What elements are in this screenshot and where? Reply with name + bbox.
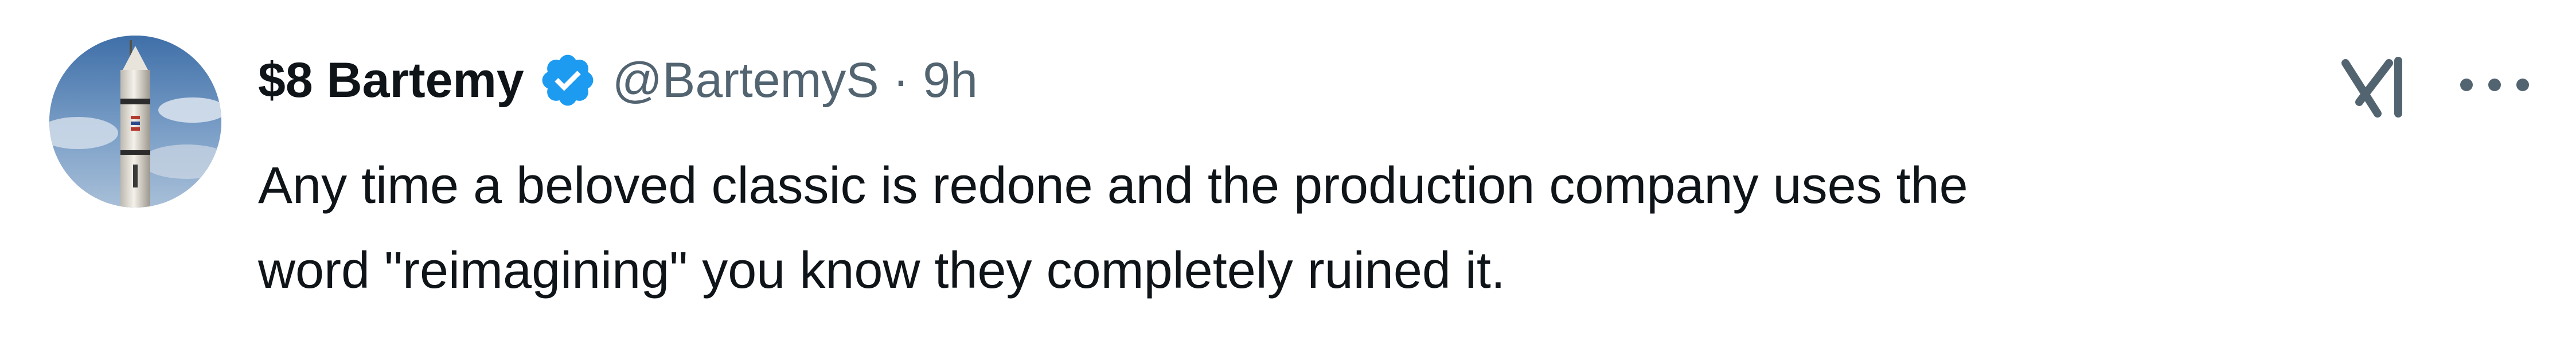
user-handle[interactable]: @BartemyS (612, 56, 879, 105)
dot (2460, 79, 2473, 91)
tweet-card[interactable]: $8 Bartemy @BartemyS · 9h Any time a bel… (0, 0, 2576, 344)
separator-dot: · (892, 53, 910, 108)
verified-badge-icon[interactable] (538, 50, 598, 110)
tweet-header: $8 Bartemy @BartemyS · 9h (258, 46, 978, 115)
dot (2488, 79, 2501, 91)
more-options-icon[interactable] (2460, 68, 2529, 102)
dot (2516, 79, 2529, 91)
avatar[interactable] (49, 36, 221, 208)
tweet-text: Any time a beloved classic is redone and… (258, 157, 1968, 299)
timestamp[interactable]: 9h (923, 56, 978, 105)
display-name[interactable]: $8 Bartemy (258, 56, 524, 105)
grok-icon[interactable] (2339, 52, 2412, 125)
